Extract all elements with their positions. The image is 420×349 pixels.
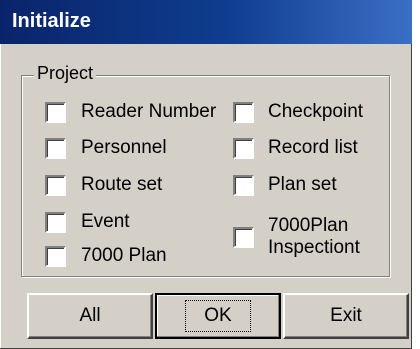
checkbox-label: Route set bbox=[81, 174, 163, 195]
checkbox-7000plan-inspectiont[interactable]: 7000Plan Inspectiont bbox=[233, 215, 360, 259]
checkbox-box[interactable] bbox=[233, 226, 254, 248]
exit-button-label: Exit bbox=[330, 305, 362, 326]
checkbox-route-set[interactable]: Route set bbox=[45, 174, 162, 196]
checkbox-box[interactable] bbox=[45, 212, 66, 233]
all-button[interactable]: All bbox=[27, 293, 153, 339]
checkbox-label: Reader Number bbox=[81, 101, 217, 122]
checkbox-label: 7000Plan Inspectiont bbox=[268, 215, 360, 259]
checkbox-checkpoint[interactable]: Checkpoint bbox=[233, 101, 363, 123]
checkbox-box[interactable] bbox=[233, 138, 254, 159]
checkbox-box[interactable] bbox=[233, 102, 254, 123]
checkbox-label-line2: Inspectiont bbox=[268, 237, 360, 258]
checkbox-event[interactable]: Event bbox=[45, 211, 130, 233]
checkbox-box[interactable] bbox=[45, 175, 66, 196]
checkbox-7000-plan[interactable]: 7000 Plan bbox=[45, 245, 167, 267]
checkbox-reader-number[interactable]: Reader Number bbox=[45, 101, 216, 123]
window-title: Initialize bbox=[12, 10, 91, 32]
checkbox-label: Personnel bbox=[81, 137, 167, 158]
title-bar[interactable]: Initialize bbox=[0, 0, 412, 44]
checkbox-box[interactable] bbox=[45, 246, 66, 267]
exit-button[interactable]: Exit bbox=[283, 293, 409, 339]
ok-button-label: OK bbox=[185, 300, 251, 332]
checkbox-label: Checkpoint bbox=[268, 101, 364, 122]
checkbox-label: Record list bbox=[268, 137, 358, 158]
project-group-label: Project bbox=[34, 63, 97, 84]
checkbox-box[interactable] bbox=[45, 138, 66, 159]
checkbox-label: 7000 Plan bbox=[81, 245, 167, 266]
initialize-dialog: Initialize Project Reader Number Personn… bbox=[0, 0, 412, 349]
checkbox-label: Event bbox=[81, 211, 130, 232]
all-button-label: All bbox=[79, 305, 101, 326]
checkbox-box[interactable] bbox=[233, 175, 254, 196]
checkbox-box[interactable] bbox=[45, 102, 66, 123]
checkbox-record-list[interactable]: Record list bbox=[233, 137, 358, 159]
checkbox-personnel[interactable]: Personnel bbox=[45, 137, 167, 159]
ok-button[interactable]: OK bbox=[155, 293, 281, 339]
checkbox-label: Plan set bbox=[268, 174, 337, 195]
checkbox-label-line1: 7000Plan bbox=[268, 215, 349, 236]
checkbox-plan-set[interactable]: Plan set bbox=[233, 174, 337, 196]
